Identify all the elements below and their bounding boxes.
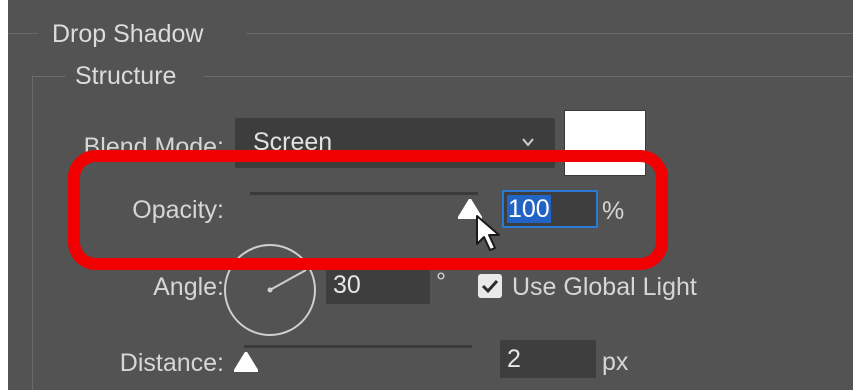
annotation-highlight: [68, 150, 668, 270]
angle-value: 30: [333, 271, 361, 299]
group-border-top: [32, 76, 66, 77]
distance-slider-track[interactable]: [244, 345, 472, 348]
drop-shadow-panel: Drop Shadow Structure Blend Mode: Screen…: [8, 0, 853, 390]
distance-input[interactable]: 2: [500, 340, 596, 378]
angle-unit: °: [436, 268, 446, 296]
section-divider: [246, 33, 853, 34]
checkmark-icon: [481, 279, 499, 294]
chevron-down-icon: [522, 138, 534, 147]
distance-label: Distance:: [119, 349, 224, 377]
section-divider: [8, 33, 38, 34]
angle-label: Angle:: [153, 273, 224, 301]
group-title-structure: Structure: [75, 62, 177, 90]
group-border-top: [204, 76, 853, 77]
angle-input[interactable]: 30: [326, 266, 430, 304]
section-title-drop-shadow: Drop Shadow: [52, 20, 204, 48]
mouse-pointer-icon: [476, 215, 500, 251]
group-border-left: [32, 76, 33, 390]
slider-knob-icon[interactable]: [234, 352, 258, 372]
distance-value: 2: [507, 345, 521, 373]
distance-unit: px: [602, 348, 629, 376]
use-global-light-label[interactable]: Use Global Light: [512, 273, 697, 302]
use-global-light-checkbox[interactable]: [478, 274, 502, 298]
